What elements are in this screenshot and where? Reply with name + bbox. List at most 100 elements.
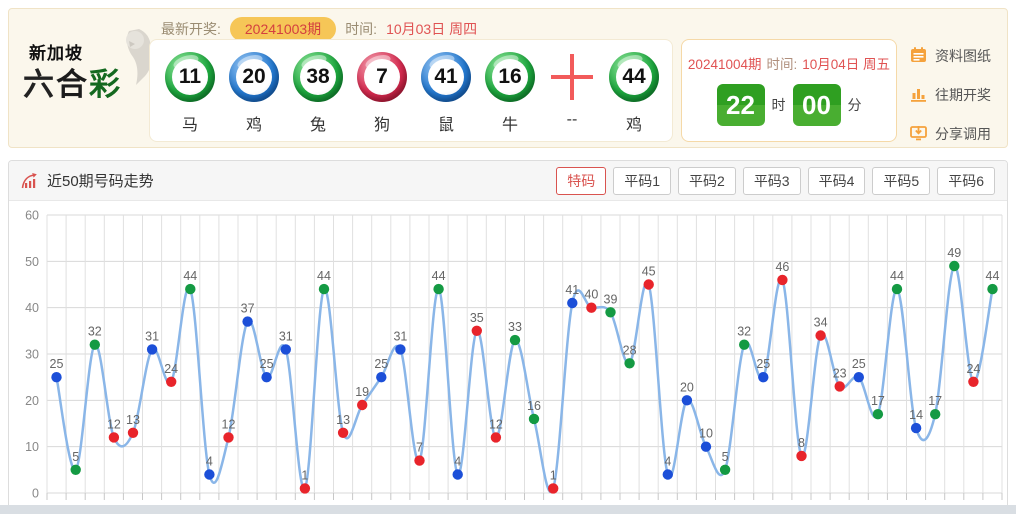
side-link-notes[interactable]: 资料图纸 — [909, 45, 991, 67]
countdown-minutes: 00 — [793, 84, 841, 126]
trend-title-text: 近50期号码走势 — [47, 170, 154, 191]
lottery-ball-4: 7 — [357, 52, 407, 102]
latest-draw-date: 10月03日 周四 — [386, 19, 477, 39]
ball-number: 7 — [364, 59, 400, 95]
ball-column-special: 44 鸡 — [609, 52, 659, 135]
share-icon — [909, 123, 928, 145]
svg-text:35: 35 — [470, 311, 484, 325]
svg-text:25: 25 — [374, 357, 388, 371]
next-time-label: 时间: — [767, 53, 798, 73]
svg-text:33: 33 — [508, 320, 522, 334]
svg-text:44: 44 — [317, 269, 331, 283]
hour-unit-label: 时 — [772, 95, 786, 115]
tab-平码5[interactable]: 平码5 — [872, 167, 930, 195]
svg-text:31: 31 — [393, 329, 407, 343]
ball-number: 41 — [428, 59, 464, 95]
svg-text:44: 44 — [986, 269, 1000, 283]
ball-number: 16 — [492, 59, 528, 95]
svg-text:4: 4 — [206, 455, 213, 469]
trend-chart-title: 近50期号码走势 — [21, 170, 154, 191]
side-link-label: 资料图纸 — [935, 46, 991, 66]
svg-text:1: 1 — [301, 468, 308, 482]
svg-text:12: 12 — [489, 417, 503, 431]
trend-icon — [21, 172, 40, 189]
ball-column-4: 7狗 — [357, 52, 407, 135]
time-label: 时间: — [345, 19, 377, 39]
svg-text:44: 44 — [432, 269, 446, 283]
svg-text:12: 12 — [107, 417, 121, 431]
lottery-ball-1: 11 — [165, 52, 215, 102]
svg-text:46: 46 — [775, 260, 789, 274]
bar-chart-icon — [909, 84, 928, 106]
svg-text:20: 20 — [680, 380, 694, 394]
svg-text:4: 4 — [664, 455, 671, 469]
ball-column-3: 38兔 — [293, 52, 343, 135]
ball-column-2: 20鸡 — [229, 52, 279, 135]
ball-column-5: 41 鼠 — [421, 52, 471, 135]
tab-平码3[interactable]: 平码3 — [743, 167, 801, 195]
zodiac-label: 马 — [182, 111, 198, 135]
svg-text:32: 32 — [88, 325, 102, 339]
zodiac-label: 狗 — [374, 111, 390, 135]
svg-text:24: 24 — [966, 362, 980, 376]
side-links: 资料图纸往期开奖分享调用 — [909, 45, 991, 145]
next-draw-date: 10月04日 周五 — [802, 53, 890, 73]
svg-text:45: 45 — [642, 265, 656, 279]
svg-text:44: 44 — [890, 269, 904, 283]
svg-text:17: 17 — [928, 394, 942, 408]
ball-number: 44 — [616, 59, 652, 95]
svg-text:30: 30 — [25, 348, 39, 362]
lottery-ball-5: 41 — [421, 52, 471, 102]
svg-text:13: 13 — [336, 413, 350, 427]
svg-text:25: 25 — [50, 357, 64, 371]
tab-平码2[interactable]: 平码2 — [678, 167, 736, 195]
svg-text:41: 41 — [565, 283, 579, 297]
svg-text:4: 4 — [454, 455, 461, 469]
svg-text:14: 14 — [909, 408, 923, 422]
tab-平码1[interactable]: 平码1 — [613, 167, 671, 195]
svg-text:37: 37 — [241, 302, 255, 316]
bottom-cutoff-band — [0, 505, 1016, 514]
notes-icon — [909, 45, 928, 67]
next-draw-info: 20241004期 时间: 10月04日 周五 — [682, 53, 896, 73]
svg-text:20: 20 — [25, 394, 39, 408]
svg-text:17: 17 — [871, 394, 885, 408]
side-link-label: 分享调用 — [935, 124, 991, 144]
next-draw-countdown: 20241004期 时间: 10月04日 周五 22 时 00 分 — [681, 39, 897, 142]
site-logo: 新加坡 六合彩 — [21, 27, 157, 127]
zodiac-label: 鼠 — [438, 111, 454, 135]
minute-unit-label: 分 — [848, 95, 862, 115]
side-link-share[interactable]: 分享调用 — [909, 123, 991, 145]
logo-line2: 六合彩 — [23, 59, 122, 104]
svg-text:31: 31 — [279, 329, 293, 343]
countdown-hours: 22 — [717, 84, 765, 126]
zodiac-label: 牛 — [502, 111, 518, 135]
ball-column-1: 11 马 — [165, 52, 215, 135]
plus-zodiac-placeholder: -- — [567, 111, 578, 129]
svg-text:32: 32 — [737, 325, 751, 339]
trend-chart-panel: 近50期号码走势 特码平码1平码2平码3平码4平码5平码6 0102030405… — [8, 160, 1008, 514]
svg-text:5: 5 — [722, 450, 729, 464]
svg-text:50: 50 — [25, 255, 39, 269]
ball-number: 11 — [172, 59, 208, 95]
trend-chart-header: 近50期号码走势 特码平码1平码2平码3平码4平码5平码6 — [9, 161, 1007, 201]
svg-text:25: 25 — [852, 357, 866, 371]
tab-平码6[interactable]: 平码6 — [937, 167, 995, 195]
plus-icon — [549, 52, 595, 102]
tab-平码4[interactable]: 平码4 — [808, 167, 866, 195]
plus-separator-column: -- — [549, 52, 595, 135]
side-link-bar-chart[interactable]: 往期开奖 — [909, 84, 991, 106]
svg-text:40: 40 — [584, 288, 598, 302]
tab-特码[interactable]: 特码 — [556, 167, 606, 195]
svg-text:1: 1 — [550, 468, 557, 482]
side-link-label: 往期开奖 — [935, 85, 991, 105]
trend-chart-canvas: 0102030405060255321213312444412372531144… — [9, 201, 1007, 515]
svg-text:44: 44 — [183, 269, 197, 283]
svg-text:7: 7 — [416, 441, 423, 455]
svg-text:10: 10 — [699, 427, 713, 441]
latest-draw-label: 最新开奖: — [161, 19, 221, 39]
ball-column-6: 16 牛 — [485, 52, 535, 135]
svg-text:8: 8 — [798, 436, 805, 450]
trend-line-chart: 0102030405060255321213312444412372531144… — [9, 201, 1007, 515]
zodiac-label: 鸡 — [626, 111, 642, 135]
